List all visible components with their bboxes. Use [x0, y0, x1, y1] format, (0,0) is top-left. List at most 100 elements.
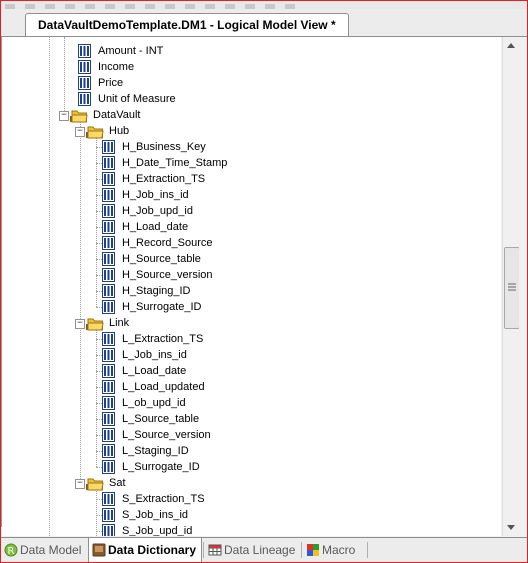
tree-column-node[interactable]: Income	[2, 59, 501, 75]
tree-folder-node[interactable]: − Link	[2, 315, 501, 331]
application-frame: DataVaultDemoTemplate.DM1 - Logical Mode…	[0, 0, 528, 563]
tree-column-node[interactable]: H_Business_Key	[2, 139, 501, 155]
tree-node-label: L_Load_updated	[122, 381, 205, 393]
tree-column-node[interactable]: L_Source_table	[2, 411, 501, 427]
tab-label: Macro	[322, 543, 356, 557]
tree-folder-node[interactable]: − DataVault	[2, 107, 501, 123]
tab-data-lineage[interactable]: Data Lineage	[205, 539, 299, 561]
tree-column-node[interactable]: H_Load_date	[2, 219, 501, 235]
column-icon	[102, 188, 115, 202]
tree-column-node[interactable]: Unit of Measure	[2, 91, 501, 107]
tree-folder-node[interactable]: − Sat	[2, 475, 501, 491]
tree-node-label: H_Record_Source	[122, 237, 213, 249]
tab-data-dictionary[interactable]: Data Dictionary	[88, 538, 202, 562]
column-icon	[102, 492, 115, 506]
tree-node-label: L_Source_version	[122, 429, 211, 441]
document-tab-title: DataVaultDemoTemplate.DM1 - Logical Mode…	[38, 18, 336, 32]
tree-node-label: S_Extraction_TS	[122, 493, 205, 505]
arrow-up-icon	[507, 43, 515, 48]
tree-node-label: H_Business_Key	[122, 141, 206, 153]
tree-column-node[interactable]: H_Job_upd_id	[2, 203, 501, 219]
document-tab-strip: DataVaultDemoTemplate.DM1 - Logical Mode…	[1, 9, 527, 37]
column-icon	[102, 396, 115, 410]
tree-column-node[interactable]: L_Load_date	[2, 363, 501, 379]
tree-column-node[interactable]: L_Source_version	[2, 427, 501, 443]
column-icon	[102, 284, 115, 298]
column-icon	[102, 364, 115, 378]
tab-label: Data Model	[20, 543, 82, 557]
tree-node-label: L_Surrogate_ID	[122, 461, 200, 473]
folder-open-icon	[69, 107, 89, 123]
tree-node-label: Hub	[109, 125, 130, 137]
column-icon	[102, 172, 115, 186]
document-tab[interactable]: DataVaultDemoTemplate.DM1 - Logical Mode…	[25, 13, 349, 36]
tree-node-label: L_ob_upd_id	[122, 397, 186, 409]
tree-column-node[interactable]: L_Job_ins_id	[2, 347, 501, 363]
tree-column-node[interactable]: H_Source_table	[2, 251, 501, 267]
column-icon	[102, 300, 115, 314]
tree-node-label: H_Job_upd_id	[122, 205, 193, 217]
data-lineage-icon	[208, 544, 222, 556]
column-icon	[102, 460, 115, 474]
column-icon	[102, 380, 115, 394]
folder-open-icon	[85, 315, 105, 331]
column-icon	[78, 44, 91, 58]
column-icon	[102, 412, 115, 426]
tree-column-node[interactable]: H_Source_version	[2, 267, 501, 283]
tree-folder-node[interactable]: − Hub	[2, 123, 501, 139]
tree-column-node[interactable]: L_Extraction_TS	[2, 331, 501, 347]
vertical-scrollbar[interactable]	[502, 37, 520, 536]
tree-column-node[interactable]: H_Job_ins_id	[2, 187, 501, 203]
tree-column-node[interactable]: S_Extraction_TS	[2, 491, 501, 507]
collapse-toggle[interactable]: −	[75, 479, 85, 489]
tree-column-node[interactable]: H_Staging_ID	[2, 283, 501, 299]
tree-node-label: H_Staging_ID	[122, 285, 191, 297]
tree-node-label: Amount - INT	[98, 45, 164, 57]
collapse-toggle[interactable]: −	[59, 111, 69, 121]
collapse-toggle[interactable]: −	[75, 319, 85, 329]
tree-node-label: S_Job_ins_id	[122, 509, 189, 521]
folder-open-icon	[85, 123, 105, 139]
model-tree[interactable]: Amount - INT Income Price Unit of Measure − D…	[2, 37, 501, 536]
tree-column-node[interactable]: Amount - INT	[2, 43, 501, 59]
column-icon	[102, 204, 115, 218]
tree-column-node[interactable]: L_Staging_ID	[2, 443, 501, 459]
tab-separator	[203, 542, 204, 558]
tree-column-node[interactable]: L_ob_upd_id	[2, 395, 501, 411]
scroll-up-button[interactable]	[503, 37, 520, 54]
tree-column-node[interactable]: H_Surrogate_ID	[2, 299, 501, 315]
tree-node-label: DataVault	[93, 109, 141, 121]
tree-node-label: H_Extraction_TS	[122, 173, 206, 185]
scroll-thumb[interactable]	[504, 247, 520, 329]
folder-open-icon	[85, 475, 105, 491]
tree-column-node[interactable]: L_Surrogate_ID	[2, 459, 501, 475]
tree-node-label: Income	[98, 61, 135, 73]
bottom-tab-bar: R Data Model Data Dictionary Data Lineag…	[1, 537, 527, 562]
column-icon	[102, 156, 115, 170]
column-icon	[102, 524, 115, 536]
tree-column-node[interactable]: L_Load_updated	[2, 379, 501, 395]
tree-column-node[interactable]: Price	[2, 75, 501, 91]
collapse-toggle[interactable]: −	[75, 127, 85, 137]
svg-text:R: R	[8, 546, 15, 557]
tab-macro[interactable]: Macro	[303, 539, 365, 561]
tree-column-node[interactable]: H_Record_Source	[2, 235, 501, 251]
tree-node-label: Price	[98, 77, 124, 89]
macro-icon	[307, 544, 319, 556]
tree-column-node[interactable]: H_Extraction_TS	[2, 171, 501, 187]
right-padding	[519, 37, 527, 536]
tree-node-label: Sat	[109, 477, 126, 489]
toolbar-strip	[1, 1, 527, 9]
data-model-icon: R	[4, 543, 18, 557]
tree-node-label: L_Staging_ID	[122, 445, 189, 457]
tab-separator	[367, 542, 368, 558]
tree-node-label: S_Job_upd_id	[122, 525, 193, 536]
tree-column-node[interactable]: H_Date_Time_Stamp	[2, 155, 501, 171]
scroll-down-button[interactable]	[503, 519, 520, 536]
tab-data-model[interactable]: R Data Model	[1, 539, 85, 561]
column-icon	[102, 220, 115, 234]
tree-column-node[interactable]: S_Job_upd_id	[2, 523, 501, 536]
column-icon	[102, 140, 115, 154]
tree-column-node[interactable]: S_Job_ins_id	[2, 507, 501, 523]
column-icon	[78, 92, 91, 106]
